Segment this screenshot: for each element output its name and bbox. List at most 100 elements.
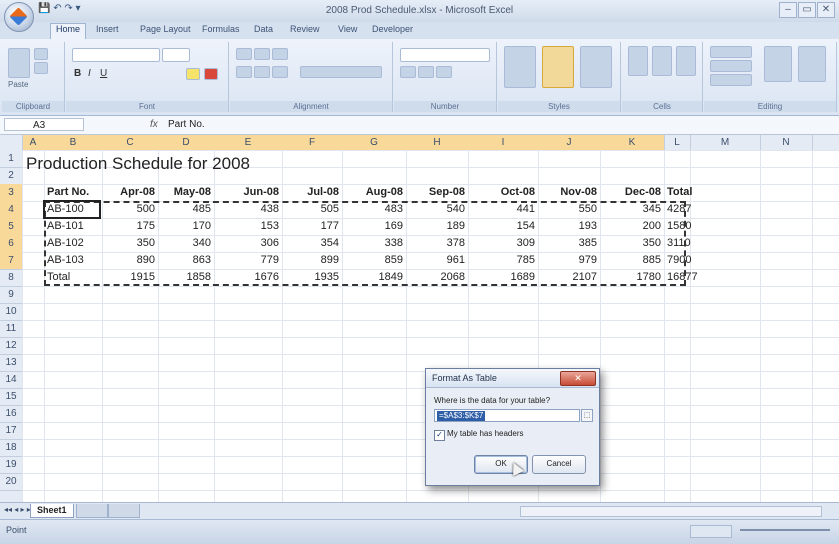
data-cell[interactable]: 309 [471,235,535,252]
data-cell[interactable]: 175 [105,218,155,235]
align-left-icon[interactable] [236,66,252,78]
data-cell[interactable]: 899 [285,252,339,269]
column-header-f[interactable]: F [282,135,343,150]
font-size-select[interactable] [162,48,190,62]
data-cell[interactable]: 779 [217,252,279,269]
data-cell[interactable]: AB-101 [47,218,99,235]
sheet-tab-sheet3[interactable] [108,504,140,518]
row-header-15[interactable]: 15 [0,388,22,406]
total-cell[interactable]: 1858 [161,269,211,286]
column-header-j[interactable]: J [538,135,601,150]
format-as-table-icon[interactable] [542,46,574,88]
row-header-13[interactable]: 13 [0,354,22,372]
data-cell[interactable]: 4287 [667,201,691,218]
data-cell[interactable]: AB-102 [47,235,99,252]
view-buttons[interactable] [690,525,732,538]
paste-icon[interactable] [8,48,30,78]
conditional-formatting-icon[interactable] [504,46,536,88]
data-cell[interactable]: 3110 [667,235,691,252]
data-cell[interactable]: 485 [161,201,211,218]
autosum-button[interactable] [710,46,752,58]
total-cell[interactable]: 16877 [667,269,698,286]
italic-icon[interactable]: I [88,68,91,79]
data-cell[interactable]: 170 [161,218,211,235]
row-header-8[interactable]: 8 [0,269,22,287]
fill-button[interactable] [710,60,752,72]
tab-home[interactable]: Home [50,23,87,39]
delete-cells-icon[interactable] [652,46,672,76]
data-cell[interactable]: 306 [217,235,279,252]
tab-insert[interactable]: Insert [96,24,119,34]
cell-styles-icon[interactable] [580,46,612,88]
tab-view[interactable]: View [338,24,357,34]
row-header-18[interactable]: 18 [0,439,22,457]
header-cell[interactable]: Jun-08 [217,184,279,201]
row-header-11[interactable]: 11 [0,320,22,338]
header-cell[interactable]: Jul-08 [285,184,339,201]
data-cell[interactable]: 863 [161,252,211,269]
row-header-10[interactable]: 10 [0,303,22,321]
sheet-tab-sheet1[interactable]: Sheet1 [30,504,74,518]
tab-review[interactable]: Review [290,24,320,34]
total-cell[interactable]: 1676 [217,269,279,286]
data-cell[interactable]: 154 [471,218,535,235]
row-header-4[interactable]: 4 [0,201,22,219]
office-button[interactable] [4,2,34,32]
data-cell[interactable]: 438 [217,201,279,218]
row-header-14[interactable]: 14 [0,371,22,389]
column-header-n[interactable]: N [760,135,813,150]
bold-icon[interactable]: B [74,68,81,79]
tab-page-layout[interactable]: Page Layout [140,24,191,34]
data-cell[interactable]: 200 [603,218,661,235]
row-header-7[interactable]: 7 [0,252,22,270]
dialog-close-button[interactable]: ✕ [560,371,596,386]
insert-cells-icon[interactable] [628,46,648,76]
data-cell[interactable]: 961 [409,252,465,269]
data-cell[interactable]: 890 [105,252,155,269]
header-cell[interactable]: Dec-08 [603,184,661,201]
row-header-6[interactable]: 6 [0,235,22,253]
data-cell[interactable]: 153 [217,218,279,235]
header-cell[interactable]: Oct-08 [471,184,535,201]
data-cell[interactable]: 979 [541,252,597,269]
find-select-icon[interactable] [798,46,826,82]
data-cell[interactable]: 354 [285,235,339,252]
cut-icon[interactable] [34,48,48,60]
row-header-9[interactable]: 9 [0,286,22,304]
data-cell[interactable]: 885 [603,252,661,269]
data-cell[interactable]: 193 [541,218,597,235]
column-header-b[interactable]: B [44,135,103,150]
table-range-input[interactable]: =$A$3:$K$7 [434,409,580,422]
column-header-k[interactable]: K [600,135,665,150]
data-cell[interactable]: 1580 [667,218,691,235]
formula-input[interactable]: Part No. [168,119,205,130]
data-cell[interactable]: 350 [105,235,155,252]
name-box[interactable]: A3 [4,118,84,131]
clear-button[interactable] [710,74,752,86]
data-cell[interactable]: 177 [285,218,339,235]
row-header-5[interactable]: 5 [0,218,22,236]
font-name-select[interactable] [72,48,160,62]
zoom-slider[interactable] [740,529,830,531]
align-right-icon[interactable] [272,66,288,78]
row-header-19[interactable]: 19 [0,456,22,474]
data-cell[interactable]: 345 [603,201,661,218]
data-cell[interactable]: 505 [285,201,339,218]
header-cell[interactable]: Part No. [47,184,99,201]
row-header-2[interactable]: 2 [0,167,22,185]
total-cell[interactable]: 1780 [603,269,661,286]
data-cell[interactable]: 350 [603,235,661,252]
row-header-12[interactable]: 12 [0,337,22,355]
row-header-20[interactable]: 20 [0,473,22,491]
data-cell[interactable]: AB-100 [47,201,99,218]
column-header-a[interactable]: A [22,135,45,150]
data-cell[interactable]: AB-103 [47,252,99,269]
total-cell[interactable]: 2068 [409,269,465,286]
data-cell[interactable]: 785 [471,252,535,269]
total-cell[interactable]: 1689 [471,269,535,286]
header-cell[interactable]: Aug-08 [345,184,403,201]
align-middle-icon[interactable] [254,48,270,60]
column-header-e[interactable]: E [214,135,283,150]
merge-center-button[interactable] [300,66,382,78]
row-header-1[interactable]: 1 [0,150,22,168]
